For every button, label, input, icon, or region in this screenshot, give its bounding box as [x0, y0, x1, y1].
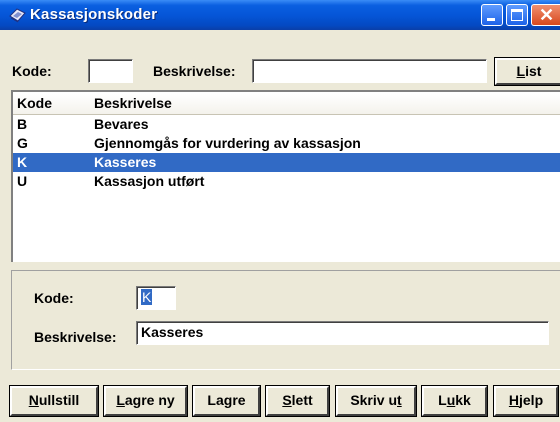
skriv-ut-button[interactable]: Skriv ut: [336, 386, 416, 416]
window-title: Kassasjonskoder: [30, 6, 158, 23]
list-item[interactable]: G Gjennomgås for vurdering av kassasjon: [13, 134, 560, 153]
close-button[interactable]: ✕: [531, 4, 560, 26]
minimize-icon: [487, 18, 495, 21]
hjelp-button[interactable]: Hjelp: [494, 386, 558, 416]
list-item-beskrivelse: Gjennomgås for vurdering av kassasjon: [94, 135, 361, 151]
codes-list[interactable]: Kode Beskrivelse B Bevares G Gjennomgås …: [11, 90, 560, 262]
detail-kode-value: K: [141, 289, 153, 305]
list-item-kode: B: [17, 116, 28, 132]
list-item-selected[interactable]: K Kasseres: [13, 153, 560, 172]
list-item-kode: G: [17, 135, 28, 151]
detail-kode-input[interactable]: K: [136, 286, 176, 310]
search-beskrivelse-input[interactable]: [252, 59, 487, 83]
list-item-beskrivelse: Bevares: [94, 116, 149, 132]
detail-beskrivelse-input[interactable]: Kasseres: [136, 321, 549, 345]
maximize-button[interactable]: [506, 4, 528, 26]
header-beskrivelse: Beskrivelse: [94, 95, 172, 111]
kassasjonskoder-window: Kassasjonskoder ✕ Kode: Beskrivelse: Lis…: [0, 0, 560, 422]
list-button[interactable]: List: [495, 58, 560, 85]
search-kode-input[interactable]: [88, 59, 133, 83]
close-icon: ✕: [539, 5, 555, 25]
lukk-button[interactable]: Lukk: [422, 386, 487, 416]
search-kode-label: Kode:: [12, 63, 52, 79]
list-item-kode: K: [17, 154, 28, 170]
list-item-beskrivelse: Kassasjon utført: [94, 173, 205, 189]
lagre-button[interactable]: Lagre: [193, 386, 260, 416]
list-item[interactable]: B Bevares: [13, 115, 560, 134]
nullstill-button[interactable]: Nullstill: [10, 386, 98, 416]
app-icon: [9, 8, 26, 23]
minimize-button[interactable]: [481, 4, 503, 26]
list-header: Kode Beskrivelse: [13, 94, 560, 115]
slett-button[interactable]: Slett: [266, 386, 329, 416]
detail-panel: [11, 270, 560, 370]
header-kode: Kode: [17, 95, 52, 111]
search-beskrivelse-label: Beskrivelse:: [153, 63, 236, 79]
list-item-beskrivelse: Kasseres: [94, 154, 157, 170]
detail-kode-label: Kode:: [34, 290, 74, 306]
maximize-icon: [511, 9, 523, 21]
title-bar[interactable]: Kassasjonskoder ✕: [0, 0, 560, 30]
list-item[interactable]: U Kassasjon utført: [13, 172, 560, 191]
list-item-kode: U: [17, 173, 28, 189]
detail-beskrivelse-label: Beskrivelse:: [34, 329, 117, 345]
lagre-ny-button[interactable]: Lagre ny: [104, 386, 187, 416]
